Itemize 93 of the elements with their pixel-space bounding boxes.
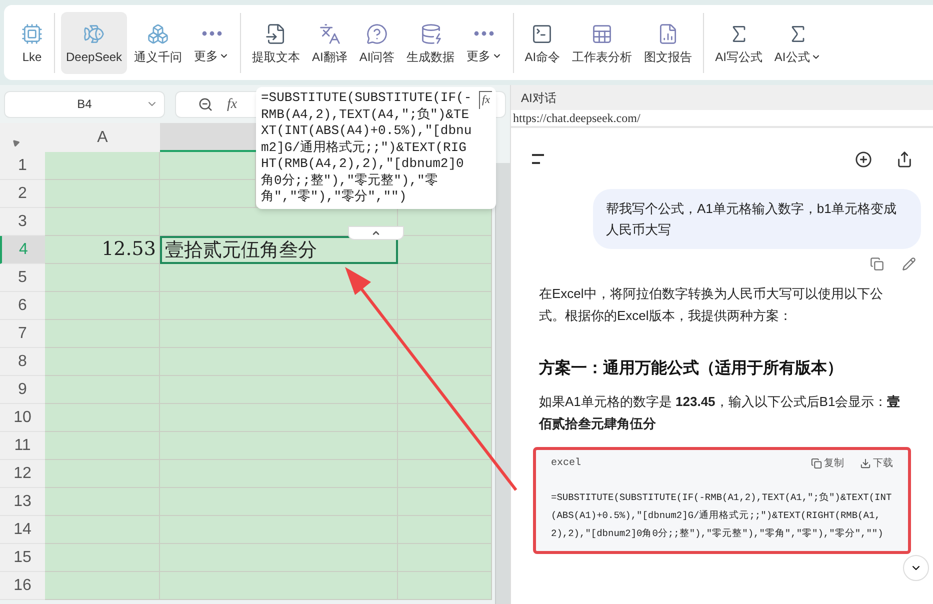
table-cell[interactable] [160, 208, 398, 236]
toolbar-button[interactable]: 提取文本 [247, 12, 306, 74]
toolbar-button[interactable]: AI写公式 [710, 12, 768, 74]
table-cell[interactable] [398, 264, 492, 292]
table-cell[interactable] [160, 432, 398, 460]
column-header[interactable] [160, 123, 255, 152]
toolbar-button[interactable]: 更多 [189, 12, 234, 74]
copy-icon[interactable] [870, 257, 884, 271]
table-cell[interactable] [45, 180, 160, 208]
table-cell[interactable] [160, 376, 398, 404]
table-cell[interactable] [398, 208, 492, 236]
table-cell[interactable]: 12.53 [45, 236, 160, 264]
table-cell[interactable] [160, 320, 398, 348]
table-cell[interactable] [398, 236, 492, 264]
table-cell[interactable] [160, 544, 398, 572]
toolbar-button[interactable]: 通义千问 [129, 12, 188, 74]
copy-icon [811, 458, 822, 469]
panel-title: AI对话 [521, 90, 556, 106]
code-text: =SUBSTITUTE(SUBSTITUTE(IF(-RMB(A1,2),TEXT(A1,";负")&TEXT(INT(ABS(A1)+0.5%),"[dbnum2]G/通用格式元;;")&TEXT(RIGHT(RMB(A1,2),2),"[dbnum2]0角0分;;整"),"零元整"),"零角","零"),"零分","") [551, 491, 893, 541]
chip-icon [21, 22, 43, 44]
table-cell[interactable] [398, 404, 492, 432]
table-cell[interactable]: 壹拾贰元伍角叁分 [160, 236, 398, 264]
expand-function-button[interactable]: fx [479, 91, 492, 108]
scroll-down-button[interactable] [903, 555, 929, 581]
download-button[interactable]: 下载 [860, 456, 893, 471]
table-cell[interactable] [160, 460, 398, 488]
table-cell[interactable] [45, 264, 160, 292]
edit-icon[interactable] [902, 257, 916, 271]
toolbar-button[interactable]: AI翻译 [307, 12, 352, 74]
table-cell[interactable] [398, 516, 492, 544]
toolbar-button[interactable]: AI命令 [520, 12, 566, 74]
collapse-button[interactable] [348, 226, 404, 240]
table-cell[interactable] [45, 152, 160, 180]
table-cell[interactable] [398, 320, 492, 348]
url-bar[interactable]: https://chat.deepseek.com/ [511, 110, 933, 128]
table-cell[interactable] [160, 152, 256, 180]
toolbar-button[interactable]: 图文报告 [639, 12, 698, 74]
vertical-scrollbar[interactable] [495, 163, 510, 604]
table-cell[interactable] [160, 404, 398, 432]
corner-triangle-icon [10, 138, 20, 148]
table-cell[interactable] [398, 544, 492, 572]
toolbar-button[interactable]: 生成数据 [402, 12, 460, 74]
more-icon [202, 31, 222, 36]
table-cell[interactable] [398, 488, 492, 516]
table-cell[interactable] [45, 572, 160, 600]
answer-paragraph: 如果A1单元格的数字是 123.45，输入以下公式后B1会显示：壹佰贰拾叁元肆角伍分 [539, 393, 902, 433]
table-cell[interactable] [398, 376, 492, 404]
answer-paragraph: 在Excel中，将阿拉伯数字转换为人民币大写可以使用以下公式。根据你的Excel版本，我提供两种方案： [539, 285, 884, 325]
name-box[interactable]: B4 [4, 90, 165, 118]
table-cell[interactable] [160, 572, 398, 600]
table-cell[interactable] [398, 348, 492, 376]
function-button[interactable]: fx [227, 94, 238, 114]
toolbar-button[interactable]: DeepSeek [61, 12, 128, 74]
toolbar-button[interactable]: 工作表分析 [567, 12, 638, 74]
table-cell[interactable] [45, 376, 160, 404]
table-cell[interactable] [160, 348, 398, 376]
translate-icon [318, 22, 341, 44]
terminal-icon [531, 22, 554, 44]
chevron-up-icon [371, 228, 381, 238]
more-icon [474, 31, 494, 36]
table-cell[interactable] [45, 516, 160, 544]
table-cell[interactable] [45, 544, 160, 572]
table-cell[interactable] [160, 516, 398, 544]
table-cell[interactable] [45, 488, 160, 516]
share-icon[interactable] [896, 150, 913, 168]
table-cell[interactable] [160, 292, 398, 320]
table-cell[interactable] [45, 348, 160, 376]
menu-icon[interactable] [531, 154, 545, 164]
table-cell[interactable] [398, 292, 492, 320]
table-cell[interactable] [45, 432, 160, 460]
table-cell[interactable] [45, 208, 160, 236]
table-cell[interactable] [398, 432, 492, 460]
table-cell[interactable] [160, 180, 256, 208]
download-icon [860, 458, 871, 469]
code-language: excel [551, 456, 582, 471]
zoom-out-icon[interactable] [198, 96, 213, 112]
copy-button[interactable]: 复制 [811, 456, 844, 471]
formula-text: =SUBSTITUTE(SUBSTITUTE(IF(-RMB(A4,2),TEXT(A4,";负")&TEXT(INT(ABS(A4)+0.5%),"[dbnum2]G/通用格式元;;")&TEXT(RIGHT(RMB(A4,2),2),"[dbnum2]0角0分;;整"),"零元整"),"零角","零"),"零分","") [261, 90, 472, 206]
table-cell[interactable] [45, 460, 160, 488]
toolbar-button[interactable]: 更多 [462, 12, 507, 74]
answer-heading: 方案一：通用万能公式（适用于所有版本） [539, 358, 844, 379]
user-message-bubble: 帮我写个公式，A1单元格输入数字，b1单元格变成人民币大写 [593, 189, 921, 249]
table-cell[interactable] [398, 572, 492, 600]
table-cell[interactable] [398, 460, 492, 488]
table-cell[interactable] [45, 404, 160, 432]
table-cell[interactable] [160, 488, 398, 516]
table-cell[interactable] [45, 320, 160, 348]
table-cell[interactable] [160, 264, 398, 292]
toolbar-button[interactable]: Lke [16, 12, 48, 74]
table-cell[interactable] [45, 292, 160, 320]
toolbar-button[interactable]: AI问答 [354, 12, 400, 74]
new-chat-icon[interactable] [855, 150, 872, 168]
toolbar-button[interactable]: AI公式 [769, 12, 826, 74]
